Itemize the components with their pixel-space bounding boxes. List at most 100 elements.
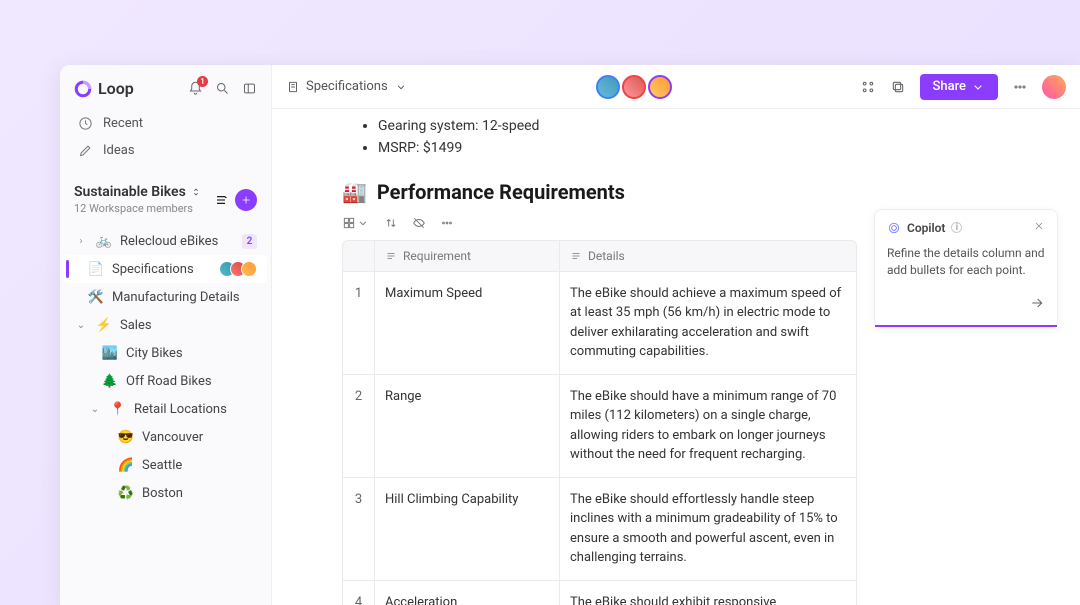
presence-stack[interactable] [596,75,672,99]
tree-specifications[interactable]: 📄 Specifications [64,255,267,283]
add-page-button[interactable] [235,189,257,211]
tree-relecloud-badge: 2 [242,234,257,249]
panel-toggle-button[interactable] [242,81,257,96]
row-number: 1 [343,272,375,374]
tree-vancouver-label: Vancouver [142,430,257,445]
row-details[interactable]: The eBike should exhibit responsive acce… [560,581,856,605]
presence-avatar [648,75,672,99]
share-button[interactable]: Share [920,74,998,100]
tree-sales[interactable]: ⌄ ⚡ Sales [64,311,267,339]
user-avatar[interactable] [1042,75,1066,99]
tree-seattle[interactable]: 🌈 Seattle [64,451,267,479]
table-header-requirement[interactable]: Requirement [375,241,560,271]
breadcrumb-label: Specifications [306,79,388,94]
app-window: Loop 1 Recent Ideas [60,65,1080,605]
copilot-close-button[interactable] [1033,220,1045,235]
sidebar-header: Loop 1 [60,65,271,106]
section-heading: 🏭 Performance Requirements [342,180,1005,204]
nav-primary: Recent Ideas [60,106,271,174]
list-icon [213,192,229,208]
table-view-button[interactable] [342,216,370,230]
row-number: 4 [343,581,375,605]
copilot-prompt[interactable]: Refine the details column and add bullet… [875,245,1057,289]
nav-ideas-label: Ideas [103,143,135,158]
row-requirement[interactable]: Range [375,375,560,477]
sidebar: Loop 1 Recent Ideas [60,65,272,605]
table-sort-button[interactable] [384,216,398,230]
tree-seattle-label: Seattle [142,458,257,473]
more-button[interactable] [1012,79,1028,95]
table-header-details[interactable]: Details [560,241,856,271]
text-icon [570,250,582,262]
arrow-right-icon [1029,295,1045,311]
row-requirement[interactable]: Maximum Speed [375,272,560,374]
clock-icon [78,116,93,131]
row-details[interactable]: The eBike should achieve a maximum speed… [560,272,856,374]
plus-icon [240,194,252,206]
row-number: 2 [343,375,375,477]
breadcrumb[interactable]: Specifications [286,79,408,94]
grid-icon [860,79,876,95]
pencil-icon [78,143,93,158]
workspace-switcher[interactable]: Sustainable Bikes [74,184,201,200]
copilot-panel: Copilot i Refine the details column and … [874,209,1058,328]
info-icon[interactable]: i [951,222,962,233]
rainbow-icon: 🌈 [118,457,134,473]
text-icon [385,250,397,262]
page-icon [286,80,300,94]
workspace-menu-button[interactable] [213,192,229,208]
nav-ideas[interactable]: Ideas [70,137,261,164]
row-number: 3 [343,478,375,580]
copilot-icon [887,221,901,235]
share-label: Share [932,79,966,94]
tree-relecloud-label: Relecloud eBikes [120,234,234,249]
section-title: Performance Requirements [377,180,625,204]
table-row[interactable]: 3Hill Climbing CapabilityThe eBike shoul… [343,478,856,581]
tree-city-bikes[interactable]: 🏙️ City Bikes [64,339,267,367]
more-horizontal-icon [440,216,454,230]
spec-bullets: Gearing system: 12-speed MSRP: $1499 [342,115,1005,160]
sun-icon: 😎 [118,429,134,445]
app-logo[interactable]: Loop [74,79,134,98]
table-header-num [343,241,375,271]
copilot-title: Copilot [907,221,945,235]
workspace-title: Sustainable Bikes [74,184,186,200]
bolt-icon: ⚡ [96,317,112,333]
row-requirement[interactable]: Acceleration [375,581,560,605]
notifications-button[interactable]: 1 [188,81,203,96]
chevron-down-icon [394,80,408,94]
tree-relecloud[interactable]: › 🚲 Relecloud eBikes 2 [64,227,267,255]
table-row[interactable]: 2RangeThe eBike should have a minimum ra… [343,375,856,478]
copilot-send-button[interactable] [1029,295,1045,315]
row-details[interactable]: The eBike should effortlessly handle ste… [560,478,856,580]
main-panel: Specifications Share [272,65,1080,605]
apps-button[interactable] [860,79,876,95]
table-row[interactable]: 4AccelerationThe eBike should exhibit re… [343,581,856,605]
close-icon [1033,220,1045,232]
grid-icon [342,216,356,230]
tree-boston[interactable]: ♻️ Boston [64,479,267,507]
tree-off-road-label: Off Road Bikes [126,374,257,389]
workspace-header: Sustainable Bikes 12 Workspace members [60,174,271,221]
copy-component-button[interactable] [890,79,906,95]
nav-recent[interactable]: Recent [70,110,261,137]
table-row[interactable]: 1Maximum SpeedThe eBike should achieve a… [343,272,856,375]
table-filter-button[interactable] [412,216,426,230]
presence-avatar [596,75,620,99]
table-header-row: Requirement Details [343,241,856,272]
table-more-button[interactable] [440,216,454,230]
city-icon: 🏙️ [102,345,118,361]
tree-vancouver[interactable]: 😎 Vancouver [64,423,267,451]
row-requirement[interactable]: Hill Climbing Capability [375,478,560,580]
tree-off-road[interactable]: 🌲 Off Road Bikes [64,367,267,395]
tree-retail[interactable]: ⌄ 📍 Retail Locations [64,395,267,423]
search-button[interactable] [215,81,230,96]
factory-icon: 🏭 [342,180,367,204]
tree-manufacturing[interactable]: 🛠️ Manufacturing Details [64,283,267,311]
requirements-table: Requirement Details 1Maximum SpeedThe eB… [342,240,857,605]
workspace-members: 12 Workspace members [74,202,201,215]
presence-avatar [622,75,646,99]
pin-icon: 📍 [110,401,126,417]
row-details[interactable]: The eBike should have a minimum range of… [560,375,856,477]
recycle-icon: ♻️ [118,485,134,501]
